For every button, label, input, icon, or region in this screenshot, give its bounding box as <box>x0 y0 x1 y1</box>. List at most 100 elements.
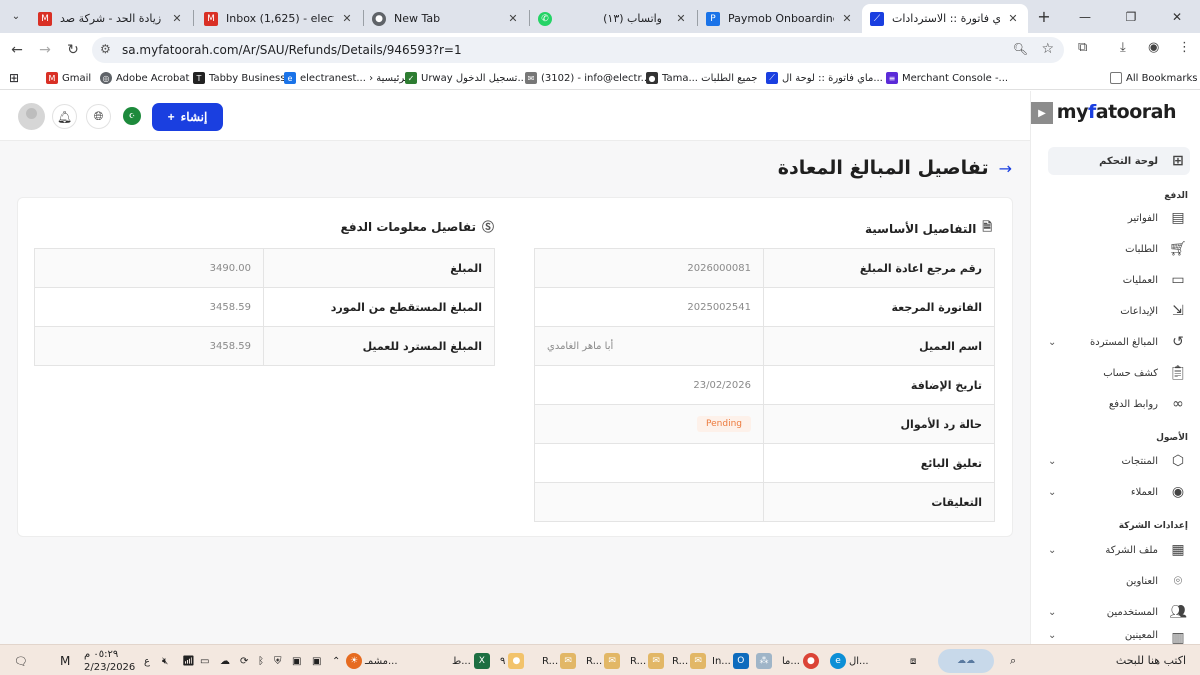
chevron-down-icon[interactable]: ⌄ <box>1048 337 1056 348</box>
sidebar-item-addresses[interactable]: ⌾ العناوين <box>1048 568 1190 594</box>
notification-icon[interactable]: 🗨︎ <box>14 651 28 671</box>
chevron-down-icon[interactable]: ⌄ <box>1048 545 1056 556</box>
url-text[interactable]: sa.myfatoorah.com/Ar/SAU/Refunds/Details… <box>122 43 462 57</box>
close-tab-icon[interactable]: ✕ <box>1006 12 1020 25</box>
new-tab-icon[interactable]: + <box>1032 4 1056 28</box>
sidebar-item-orders[interactable]: 🛒︎ الطلبات <box>1048 236 1190 262</box>
sidebar-item-refunds[interactable]: ↺ المبالغ المستردة ⌄ <box>1048 329 1190 355</box>
saudi-flag-icon[interactable]: ☪ <box>123 107 141 125</box>
chevron-down-icon[interactable]: ⌄ <box>1048 456 1056 467</box>
taskbar-item-3[interactable]: R... ✉ <box>542 651 579 671</box>
chevron-down-icon[interactable]: ⌄ <box>1048 487 1056 498</box>
taskbar-item-5[interactable]: R... ✉ <box>630 651 667 671</box>
taskbar-search-input[interactable]: ⌕ اكتب هنا للبحث <box>1000 648 1196 673</box>
back-arrow-icon[interactable]: → <box>999 159 1012 178</box>
close-tab-icon[interactable]: ✕ <box>170 12 184 25</box>
sidebar-item-deposits[interactable]: ⇲ الإيداعات <box>1048 298 1190 324</box>
clock-date[interactable]: 2/23/2026 <box>84 660 135 674</box>
battery-icon[interactable]: ▭ <box>200 651 209 671</box>
weather-widget-icon[interactable]: ☁☁ <box>938 648 997 674</box>
close-tab-icon[interactable]: ✕ <box>506 12 520 25</box>
page-title: تفاصيل المبالغ المعادة <box>777 157 989 179</box>
sidebar-item-transactions[interactable]: ▭ العمليات <box>1048 267 1190 293</box>
sidebar-item-customers[interactable]: ◉ العملاء ⌄ <box>1048 479 1190 505</box>
taskbar-item-9[interactable]: e ال... <box>830 651 869 671</box>
taskbar-item-8[interactable]: ما... ● <box>782 651 822 671</box>
cloud-icon[interactable]: ☁ <box>220 651 230 671</box>
bookmark-myfatoorah[interactable]: ⟋ ماي فاتورة :: لوحة ال... <box>766 70 883 86</box>
tray-app-icon[interactable]: ▣ <box>292 651 301 671</box>
menu-kebab-icon[interactable]: ⋮ <box>1178 40 1191 55</box>
site-info-icon[interactable]: ⚙ <box>100 42 111 56</box>
bookmark-star-icon[interactable]: ☆ <box>1041 41 1054 57</box>
browser-tab-5[interactable]: P Paymob Onboarding ✕ <box>698 4 862 33</box>
zoom-icon[interactable]: 🔍︎ <box>1013 42 1028 56</box>
sidebar-item-company-profile[interactable]: ▦ ملف الشركة ⌄ <box>1048 537 1190 563</box>
sidebar-item-payment-links[interactable]: ∞ روابط الدفع <box>1048 391 1190 417</box>
sync-icon[interactable]: ⟳ <box>240 651 248 671</box>
tray-app-icon[interactable]: ▣ <box>312 651 321 671</box>
restore-icon[interactable]: ❐ <box>1108 0 1154 33</box>
bookmark-tabby[interactable]: T Tabby Business <box>193 70 285 86</box>
browser-tab-6-active[interactable]: ⟋ ماي فاتورة :: الاستردادات ✕ <box>862 4 1028 33</box>
bookmark-tamara[interactable]: ● Tama... جميع الطلبات <box>646 70 757 86</box>
globe-icon[interactable]: 🌐︎ <box>86 104 111 129</box>
wifi-icon[interactable]: 📶︎ <box>182 651 195 671</box>
back-icon[interactable]: ← <box>4 37 30 63</box>
bookmark-urway[interactable]: ✓ Urway تسجيل الدخول... <box>405 70 527 86</box>
bookmark-adobe[interactable]: ◎ Adobe Acrobat <box>100 70 189 86</box>
address-bar[interactable]: ⚙ sa.myfatoorah.com/Ar/SAU/Refunds/Detai… <box>92 37 1064 63</box>
avatar[interactable] <box>18 103 45 130</box>
sidebar-item-more[interactable]: ▥ المعينين ⌄ <box>1048 630 1190 644</box>
sidebar-collapse-icon[interactable]: ▶ <box>1031 102 1053 124</box>
taskbar-item-4[interactable]: R... ✉ <box>586 651 623 671</box>
chevron-up-icon[interactable]: ⌃ <box>332 651 340 671</box>
clock-time[interactable]: ٠٥:٢٩ م <box>84 647 118 661</box>
taskbar-item-2[interactable]: ٩ ● <box>500 651 527 671</box>
tab-search-dropdown-icon[interactable]: ⌄ <box>4 4 28 28</box>
close-window-icon[interactable]: ✕ <box>1154 0 1200 33</box>
taskbar-item-1[interactable]: ط... X <box>452 651 493 671</box>
bookmark-mail[interactable]: ✉ (3102) - info@electr... <box>525 70 650 86</box>
folder-icon <box>1110 72 1122 84</box>
minimize-icon[interactable]: — <box>1062 0 1108 33</box>
taskbar-item-weather[interactable]: ☀ مشمـ... <box>346 651 398 671</box>
task-view-icon[interactable]: ⧈ <box>910 651 916 671</box>
apps-grid-icon[interactable]: ⊞ <box>9 70 19 86</box>
sidebar-item-users[interactable]: 👥︎ المستخدمين ⌄ <box>1048 599 1190 625</box>
bluetooth-icon[interactable]: ᛒ <box>258 651 264 671</box>
input-language[interactable]: ع <box>144 651 150 671</box>
create-button[interactable]: + إنشاء <box>152 103 223 131</box>
chevron-down-icon[interactable]: ⌄ <box>1048 607 1056 618</box>
bookmark-electranest[interactable]: e electranest... › الرئيسية <box>284 70 411 86</box>
sidebar-item-invoices[interactable]: ▤ الفواتير <box>1048 205 1190 231</box>
gmail-taskbar-icon[interactable]: M <box>60 651 70 671</box>
reload-icon[interactable]: ↻ <box>60 37 86 63</box>
forward-icon[interactable]: → <box>32 37 58 63</box>
myfatoorah-logo[interactable]: myfatoorah <box>1057 101 1177 123</box>
bell-icon[interactable]: 🔔︎ <box>52 104 77 129</box>
taskbar-item-7[interactable]: In... O <box>712 651 752 671</box>
close-tab-icon[interactable]: ✕ <box>340 12 354 25</box>
bookmark-merchant-console[interactable]: ≡ Merchant Console -... <box>886 70 1008 86</box>
browser-tab-2[interactable]: M Inbox (1,625) - electranest ✕ <box>196 4 362 33</box>
extensions-icon[interactable]: ⧉ <box>1078 40 1087 55</box>
browser-tab-1[interactable]: M طلب زيادة الحد - شركة صد ✕ <box>30 4 192 33</box>
security-icon[interactable]: ⛨ <box>274 651 282 671</box>
browser-tab-3[interactable]: ● New Tab ✕ <box>364 4 528 33</box>
all-bookmarks[interactable]: All Bookmarks <box>1110 70 1197 86</box>
browser-tab-4[interactable]: ✆ (١٣) واتساب ✕ <box>530 4 696 33</box>
volume-icon[interactable]: 🔇︎ <box>162 651 168 671</box>
profile-icon[interactable]: ◉ <box>1148 40 1159 55</box>
taskbar-app[interactable]: ⁂ <box>756 651 775 671</box>
bookmark-gmail[interactable]: M Gmail <box>46 70 91 86</box>
close-tab-icon[interactable]: ✕ <box>674 12 688 25</box>
sidebar-item-dashboard[interactable]: ⊞ لوحة التحكم <box>1048 147 1190 175</box>
downloads-icon[interactable]: ⤓ <box>1120 40 1126 55</box>
sidebar-item-statement[interactable]: 📋︎ كشف حساب <box>1048 360 1190 386</box>
chevron-down-icon[interactable]: ⌄ <box>1048 630 1056 641</box>
users-icon: 👥︎ <box>1169 604 1187 620</box>
close-tab-icon[interactable]: ✕ <box>840 12 854 25</box>
taskbar-item-6[interactable]: R... ✉ <box>672 651 709 671</box>
sidebar-item-products[interactable]: ⬡ المنتجات ⌄ <box>1048 448 1190 474</box>
